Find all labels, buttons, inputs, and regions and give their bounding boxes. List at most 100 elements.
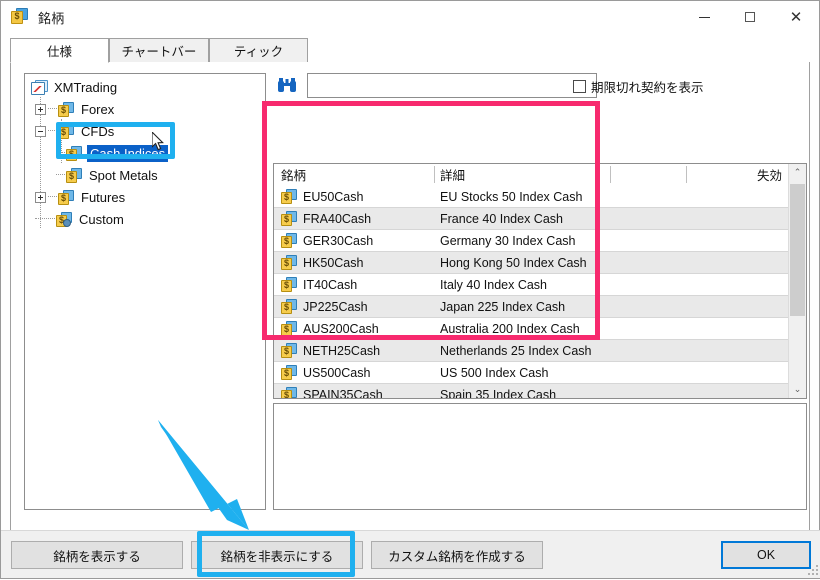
cell-expiry <box>692 252 787 273</box>
xmtrading-root-icon <box>31 79 48 95</box>
tree-item-forex[interactable]: Forex <box>35 99 116 119</box>
table-row[interactable]: FRA40Cash France 40 Index Cash <box>274 208 806 230</box>
button-label: 銘柄を表示する <box>53 549 141 564</box>
table-row[interactable]: IT40Cash Italy 40 Index Cash <box>274 274 806 296</box>
tree-item-label: Forex <box>81 101 115 117</box>
minimize-button[interactable] <box>681 1 727 33</box>
resize-grip[interactable] <box>808 565 818 575</box>
close-button[interactable]: ✕ <box>773 1 819 33</box>
tab-label: 仕様 <box>46 45 72 59</box>
cell-symbol: IT40Cash <box>281 274 431 295</box>
cell-expiry <box>692 362 787 383</box>
tree-item-label: Custom <box>79 211 124 227</box>
minimize-icon <box>698 16 710 18</box>
table-row[interactable]: HK50Cash Hong Kong 50 Index Cash <box>274 252 806 274</box>
symbol-tree[interactable]: XMTrading Forex CFDs Cash Indices <box>24 73 266 510</box>
column-header-blank[interactable] <box>611 164 687 185</box>
tab-label: ティック <box>233 45 284 59</box>
cell-expiry <box>692 208 787 229</box>
specification-panel: XMTrading Forex CFDs Cash Indices <box>10 62 810 532</box>
cell-symbol: JP225Cash <box>281 296 431 317</box>
cell-symbol: HK50Cash <box>281 252 431 273</box>
scroll-down-icon[interactable]: ⌄ <box>789 381 806 398</box>
window-controls: ✕ <box>681 1 819 33</box>
grid-vertical-scrollbar[interactable]: ⌃ ⌄ <box>788 164 806 398</box>
tree-item-xmtrading[interactable]: XMTrading <box>31 77 119 97</box>
column-header-description[interactable]: 詳細 <box>435 164 611 185</box>
tree-item-cfds[interactable]: CFDs <box>35 121 116 141</box>
cell-expiry <box>692 340 787 361</box>
folder-dollar-icon <box>281 277 298 292</box>
grid-rows: EU50Cash EU Stocks 50 Index Cash FRA40Cash… <box>274 186 806 398</box>
cell-description: Netherlands 25 Index Cash <box>440 343 592 358</box>
hide-symbols-button[interactable]: 銘柄を非表示にする <box>191 541 363 569</box>
cell-symbol: FRA40Cash <box>281 208 431 229</box>
scrollbar-thumb[interactable] <box>790 184 805 316</box>
table-row[interactable]: AUS200Cash Australia 200 Index Cash <box>274 318 806 340</box>
folder-dollar-icon <box>281 189 298 204</box>
table-row[interactable]: US500Cash US 500 Index Cash <box>274 362 806 384</box>
cell-text: NETH25Cash <box>303 343 381 358</box>
tree-item-futures[interactable]: Futures <box>35 187 127 207</box>
table-row[interactable]: EU50Cash EU Stocks 50 Index Cash <box>274 186 806 208</box>
cell-expiry <box>692 186 787 207</box>
column-header-symbol[interactable]: 銘柄 <box>281 164 435 185</box>
tab-specification[interactable]: 仕様 <box>10 38 109 63</box>
show-expired-contracts-checkbox[interactable]: 期限切れ契約を表示 <box>573 77 704 96</box>
maximize-button[interactable] <box>727 1 773 33</box>
close-icon: ✕ <box>789 9 803 26</box>
cell-text: AUS200Cash <box>303 321 379 336</box>
table-row[interactable]: SPAIN35Cash Spain 35 Index Cash <box>274 384 806 399</box>
symbols-grid[interactable]: 銘柄 詳細 失効 EU50Cash EU Stocks 50 Index Cash… <box>273 163 807 399</box>
tab-label: チャートバー <box>121 45 197 59</box>
folder-dollar-icon <box>281 233 298 248</box>
expander-plus-icon[interactable] <box>35 191 46 203</box>
cell-expiry <box>692 230 787 251</box>
cell-text: JP225Cash <box>303 299 368 314</box>
folder-dollar-icon <box>58 123 75 139</box>
search-row: 期限切れ契約を表示 <box>273 73 798 101</box>
search-input[interactable] <box>307 73 597 98</box>
dialog-button-bar: 銘柄を表示する 銘柄を非表示にする カスタム銘柄を作成する OK <box>1 530 820 578</box>
cell-text: SPAIN35Cash <box>303 387 383 399</box>
cell-expiry <box>692 318 787 339</box>
binoculars-icon <box>278 78 296 92</box>
column-header-expiry[interactable]: 失効 <box>687 164 788 185</box>
cell-symbol: GER30Cash <box>281 230 431 251</box>
cell-blank <box>616 296 686 317</box>
folder-dollar-icon <box>281 211 298 226</box>
show-symbols-button[interactable]: 銘柄を表示する <box>11 541 183 569</box>
tree-item-spot-metals[interactable]: Spot Metals <box>56 165 160 185</box>
table-row[interactable]: GER30Cash Germany 30 Index Cash <box>274 230 806 252</box>
folder-dollar-icon <box>66 167 83 183</box>
cell-blank <box>616 274 686 295</box>
cell-expiry <box>692 384 787 398</box>
expander-minus-icon[interactable] <box>35 125 46 137</box>
cell-description: Spain 35 Index Cash <box>440 387 557 399</box>
symbols-dialog-window: 銘柄 ✕ 仕様 チャートバー ティック XMTrading <box>0 0 820 579</box>
cell-blank <box>616 252 686 273</box>
button-label: カスタム銘柄を作成する <box>388 549 526 564</box>
cell-symbol: NETH25Cash <box>281 340 431 361</box>
tree-item-label: XMTrading <box>54 79 118 95</box>
ok-button[interactable]: OK <box>721 541 811 569</box>
cell-text: US500Cash <box>303 365 371 380</box>
cell-text: FRA40Cash <box>303 211 372 226</box>
cell-description: Australia 200 Index Cash <box>440 321 580 336</box>
cell-description: EU Stocks 50 Index Cash <box>440 189 583 204</box>
tree-item-cash-indices[interactable]: Cash Indices <box>56 143 169 163</box>
cell-symbol: EU50Cash <box>281 186 431 207</box>
cell-description: Japan 225 Index Cash <box>440 299 566 314</box>
tree-item-custom[interactable]: Custom <box>35 209 126 229</box>
table-row[interactable]: NETH25Cash Netherlands 25 Index Cash <box>274 340 806 362</box>
cell-expiry <box>692 274 787 295</box>
create-custom-symbol-button[interactable]: カスタム銘柄を作成する <box>371 541 543 569</box>
tab-ticks[interactable]: ティック <box>209 38 308 63</box>
checkbox-box[interactable] <box>573 80 586 93</box>
tab-chart-bars[interactable]: チャートバー <box>109 38 209 63</box>
cell-description: France 40 Index Cash <box>440 211 563 226</box>
table-row[interactable]: JP225Cash Japan 225 Index Cash <box>274 296 806 318</box>
expander-plus-icon[interactable] <box>35 103 46 115</box>
folder-dollar-icon <box>281 343 298 358</box>
scroll-up-icon[interactable]: ⌃ <box>789 164 806 181</box>
